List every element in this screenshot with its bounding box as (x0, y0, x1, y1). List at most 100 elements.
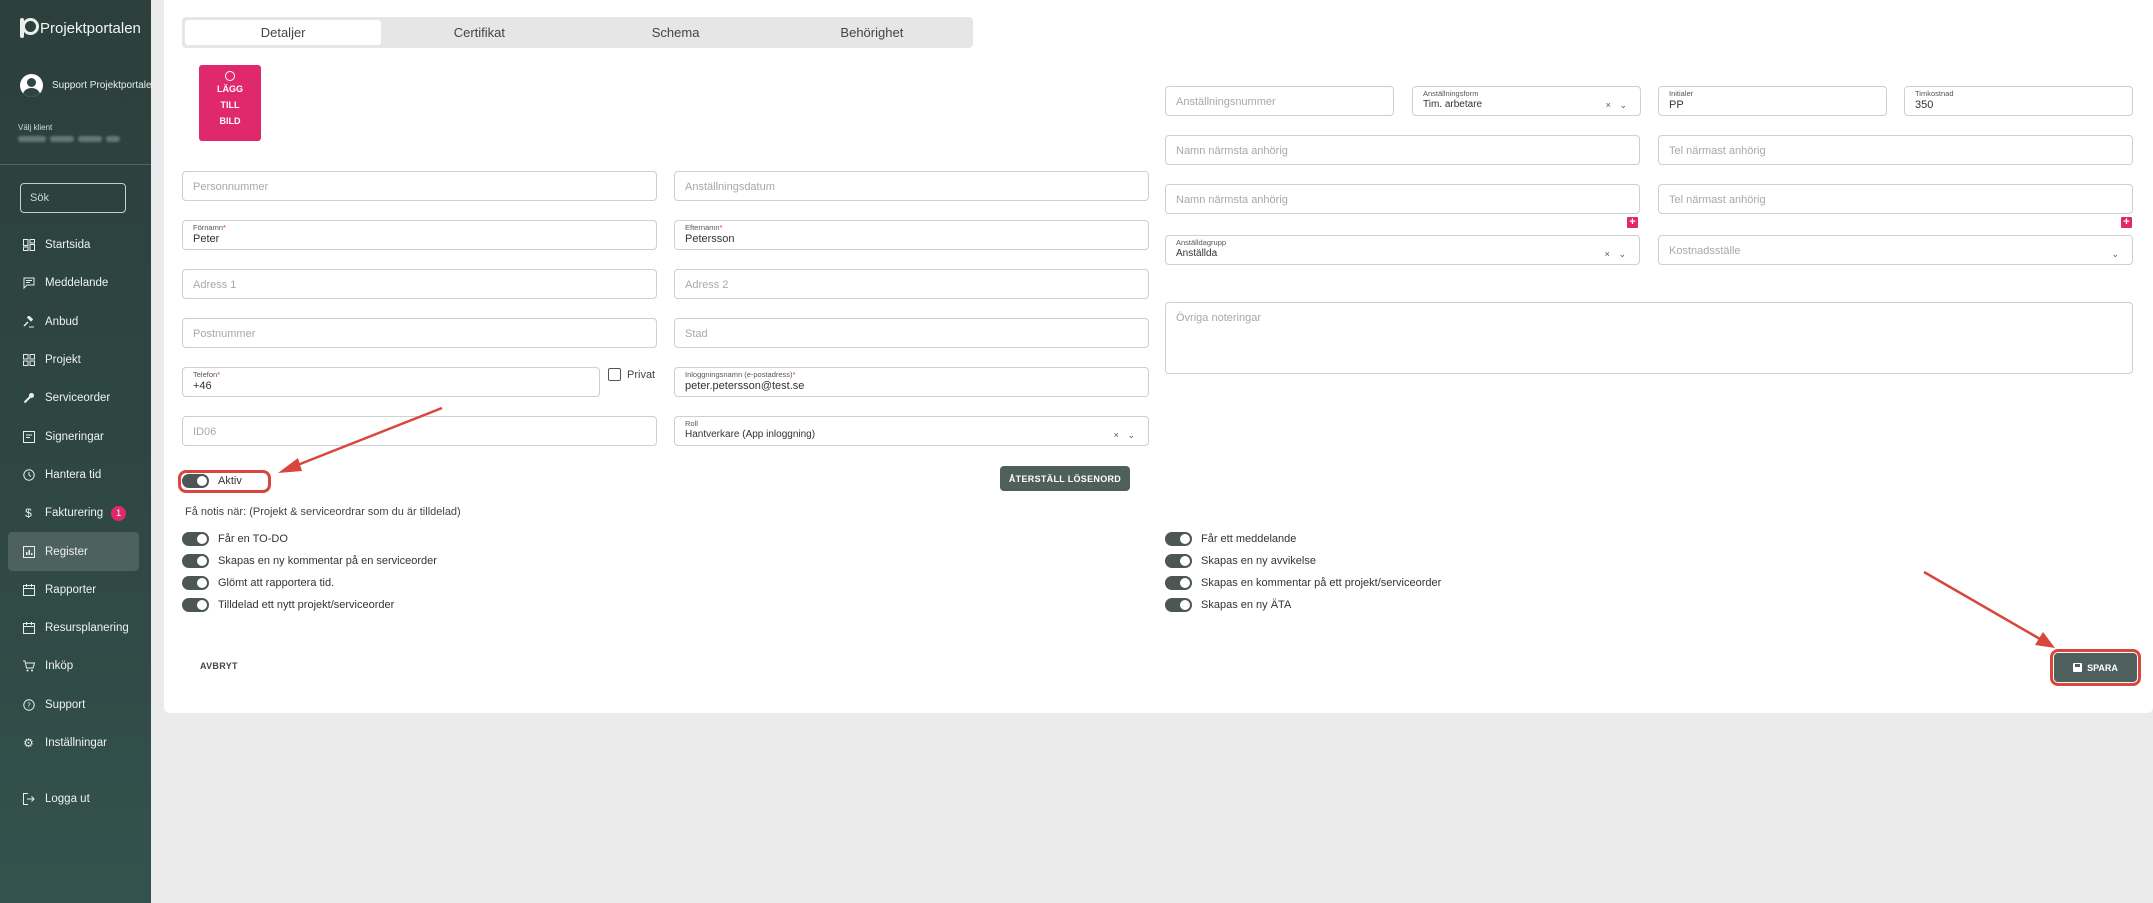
sidebar-item-signeringar[interactable]: Signeringar (8, 417, 139, 455)
notify-toggle-deviation[interactable]: Skapas en ny avvikelse (1165, 554, 1316, 568)
sidebar-item-resursplanering[interactable]: Resursplanering (8, 609, 139, 647)
employee-form-card: Detaljer Certifikat Schema Behörighet LÄ… (164, 0, 2153, 713)
sidebar: Projektportalen Support Projektportalen … (0, 0, 157, 903)
notify-toggle-project-comment[interactable]: Skapas en kommentar på ett projekt/servi… (1165, 576, 1441, 590)
notify-toggle-ata[interactable]: Skapas en ny ÄTA (1165, 598, 1291, 612)
user-profile[interactable]: Support Projektportalen (20, 74, 157, 97)
sidebar-item-hantera-tid[interactable]: Hantera tid (8, 456, 139, 494)
telefon-field[interactable]: Telefon* +46 (182, 367, 600, 397)
avatar (20, 74, 43, 97)
anstallningsnummer-field[interactable]: Anställningsnummer (1165, 86, 1394, 116)
clear-icon[interactable]: × (1605, 249, 1613, 259)
logout-icon (22, 792, 35, 805)
timkostnad-field[interactable]: Timkostnad 350 (1904, 86, 2133, 116)
sidebar-item-label: Signeringar (45, 430, 104, 443)
sidebar-item-label: Meddelande (45, 277, 109, 290)
clear-icon[interactable]: × (1114, 430, 1122, 440)
toggle-switch (182, 598, 209, 612)
toggle-switch (1165, 554, 1192, 568)
clock-icon (22, 468, 35, 481)
anstallningsdatum-field[interactable]: Anställningsdatum (674, 171, 1149, 201)
dashboard-icon (22, 239, 35, 252)
toggle-switch (1165, 532, 1192, 546)
save-icon (2073, 663, 2083, 672)
search-input[interactable] (20, 183, 126, 213)
clear-icon[interactable]: × (1606, 100, 1614, 110)
gear-icon: ⚙ (23, 736, 34, 750)
notify-toggle-forgot-time[interactable]: Glömt att rapportera tid. (182, 576, 334, 590)
sidebar-item-installningar[interactable]: ⚙ Inställningar (8, 724, 139, 762)
sidebar-item-projekt[interactable]: Projekt (8, 341, 139, 379)
help-icon: ? (22, 698, 35, 711)
aktiv-toggle[interactable]: Aktiv (182, 474, 242, 488)
initialer-field[interactable]: Initialer PP (1658, 86, 1887, 116)
sidebar-item-label: Fakturering (45, 507, 104, 520)
toggle-switch (182, 474, 209, 488)
cart-icon (22, 660, 35, 673)
fornamn-field[interactable]: Förnamn* Peter (182, 220, 657, 250)
checkbox-box (608, 368, 621, 381)
save-button[interactable]: SPARA (2054, 653, 2137, 682)
client-selector[interactable] (18, 136, 138, 144)
grid-icon (22, 354, 35, 367)
toggle-switch (182, 554, 209, 568)
add-photo-button[interactable]: LÄGG TILL BILD (199, 65, 261, 141)
sidebar-item-label: Startsida (45, 239, 91, 252)
brand[interactable]: Projektportalen (20, 18, 141, 38)
toggle-switch (182, 576, 209, 590)
gavel-icon (22, 315, 35, 328)
sidebar-item-label: Anbud (45, 315, 79, 328)
privat-checkbox[interactable]: Privat (608, 368, 655, 381)
anhorig-namn-field-1[interactable]: Namn närmsta anhörig (1165, 135, 1640, 165)
toggle-switch (1165, 598, 1192, 612)
sidebar-item-meddelande[interactable]: Meddelande (8, 264, 139, 302)
sidebar-item-fakturering[interactable]: $ Fakturering 1 (8, 494, 139, 532)
kostnadsstalle-select[interactable]: Kostnadsställe ⌄ (1658, 235, 2133, 265)
notify-heading: Få notis när: (Projekt & serviceordrar s… (185, 506, 461, 518)
anhorig-tel-field-1[interactable]: Tel närmast anhörig (1658, 135, 2133, 165)
id06-field[interactable]: ID06 (182, 416, 657, 446)
notify-toggle-todo[interactable]: Får en TO-DO (182, 532, 288, 546)
sidebar-item-support[interactable]: ? Support (8, 686, 139, 724)
sidebar-item-inkop[interactable]: Inköp (8, 647, 139, 685)
chevron-down-icon[interactable]: ⌄ (1619, 100, 1630, 110)
anhorig-tel-field-2[interactable]: Tel närmast anhörig (1658, 184, 2133, 214)
tab-schema[interactable]: Schema (578, 20, 774, 45)
reset-password-button[interactable]: ÅTERSTÄLL LÖSENORD (1000, 466, 1130, 491)
chevron-down-icon[interactable]: ⌄ (1127, 430, 1138, 440)
wrench-icon (22, 392, 35, 405)
cancel-button[interactable]: AVBRYT (200, 661, 238, 671)
sidebar-item-anbud[interactable]: Anbud (8, 303, 139, 341)
notify-toggle-assigned[interactable]: Tilldelad ett nytt projekt/serviceorder (182, 598, 394, 612)
inloggningsnamn-field[interactable]: Inloggningsnamn (e-postadress)* peter.pe… (674, 367, 1149, 397)
stad-field[interactable]: Stad (674, 318, 1149, 348)
tab-certifikat[interactable]: Certifikat (381, 20, 577, 45)
tab-behorighet[interactable]: Behörighet (774, 20, 970, 45)
chevron-down-icon[interactable]: ⌄ (1618, 249, 1629, 259)
sidebar-nav: Startsida Meddelande Anbud Projekt Servi… (8, 226, 139, 762)
sidebar-item-label: Inställningar (45, 737, 108, 749)
logout-button[interactable]: Logga ut (22, 792, 90, 805)
sidebar-item-rapporter[interactable]: Rapporter (8, 571, 139, 609)
anhorig-namn-field-2[interactable]: Namn närmsta anhörig (1165, 184, 1640, 214)
sidebar-item-startsida[interactable]: Startsida (8, 226, 139, 264)
sidebar-item-serviceorder[interactable]: Serviceorder (8, 379, 139, 417)
anstalldagrupp-select[interactable]: Anställdagrupp Anställda × ⌄ (1165, 235, 1640, 265)
adress1-field[interactable]: Adress 1 (182, 269, 657, 299)
noteringar-textarea[interactable]: Övriga noteringar (1165, 302, 2133, 374)
roll-select[interactable]: Roll Hantverkare (App inloggning) × ⌄ (674, 416, 1149, 446)
add-anhorig-button[interactable]: + (1627, 217, 1638, 228)
logout-label: Logga ut (45, 792, 90, 805)
postnummer-field[interactable]: Postnummer (182, 318, 657, 348)
personnummer-field[interactable]: Personnummer (182, 171, 657, 201)
tab-detaljer[interactable]: Detaljer (185, 20, 382, 45)
notify-toggle-message[interactable]: Får ett meddelande (1165, 532, 1296, 546)
signature-icon (22, 430, 35, 443)
notify-toggle-serviceorder-comment[interactable]: Skapas en ny kommentar på en serviceorde… (182, 554, 437, 568)
sidebar-item-label: Projekt (45, 354, 81, 367)
sidebar-item-register[interactable]: Register (8, 532, 139, 571)
efternamn-field[interactable]: Efternamn* Petersson (674, 220, 1149, 250)
anstallningsform-select[interactable]: Anställningsform Tim. arbetare × ⌄ (1412, 86, 1641, 116)
adress2-field[interactable]: Adress 2 (674, 269, 1149, 299)
add-anhorig-tel-button[interactable]: + (2121, 217, 2132, 228)
